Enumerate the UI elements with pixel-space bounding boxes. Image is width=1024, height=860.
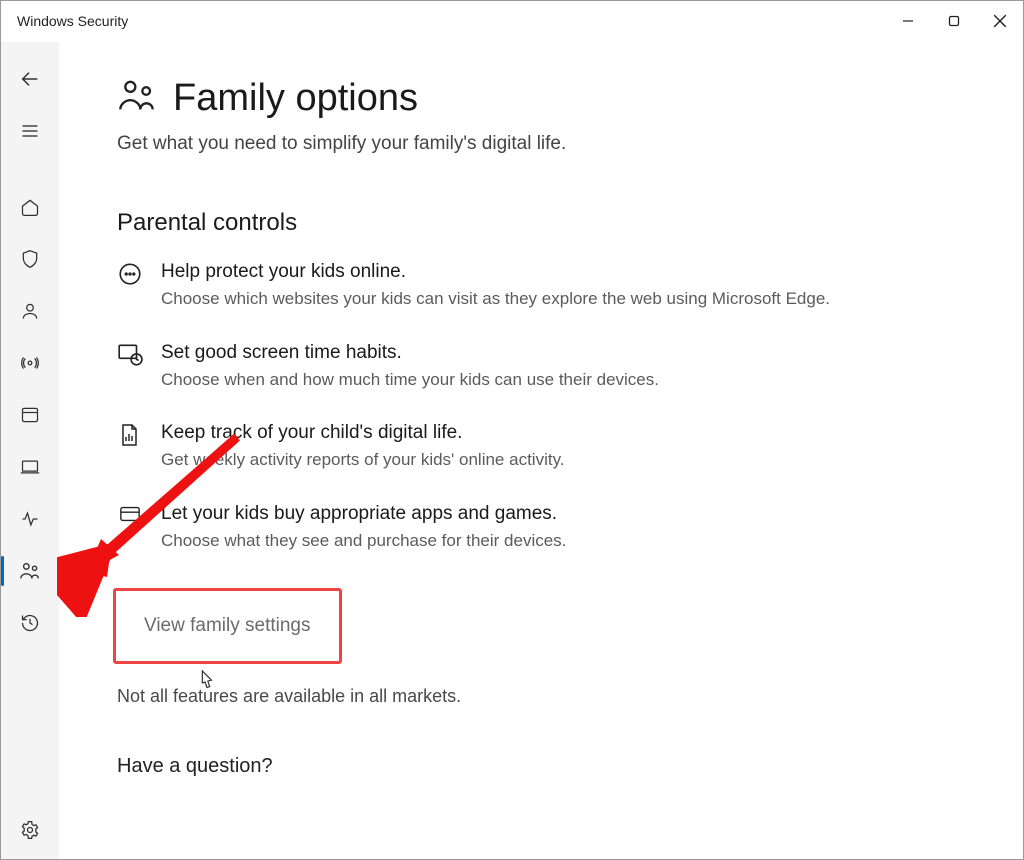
page-subtitle: Get what you need to simplify your famil… — [117, 133, 983, 155]
nav-firewall[interactable] — [6, 340, 54, 386]
maximize-button[interactable] — [931, 1, 977, 41]
section-parental-heading: Parental controls — [117, 209, 983, 237]
close-button[interactable] — [977, 1, 1023, 41]
highlight-box: View family settings — [113, 588, 342, 664]
section-question-heading: Have a question? — [117, 755, 983, 778]
report-icon — [117, 422, 143, 448]
nav-device-performance[interactable] — [6, 496, 54, 542]
app-body: Family options Get what you need to simp… — [1, 42, 1023, 859]
nav-home[interactable] — [6, 184, 54, 230]
feature-title: Set good screen time habits. — [161, 342, 659, 364]
purchase-icon — [117, 503, 143, 529]
screen-time-icon — [117, 342, 143, 368]
availability-note: Not all features are available in all ma… — [117, 686, 983, 707]
feature-title: Help protect your kids online. — [161, 261, 830, 283]
main-content: Family options Get what you need to simp… — [59, 42, 1023, 859]
nav-account-protection[interactable] — [6, 288, 54, 334]
window-controls — [885, 1, 1023, 41]
menu-button[interactable] — [6, 108, 54, 154]
back-button[interactable] — [6, 56, 54, 102]
feature-title: Keep track of your child's digital life. — [161, 422, 565, 444]
nav-virus-protection[interactable] — [6, 236, 54, 282]
nav-protection-history[interactable] — [6, 600, 54, 646]
nav-family-options[interactable] — [6, 548, 54, 594]
app-window: Windows Security — [0, 0, 1024, 860]
feature-desc: Choose when and how much time your kids … — [161, 368, 659, 393]
feature-activity-report: Keep track of your child's digital life.… — [117, 422, 837, 473]
nav-device-security[interactable] — [6, 444, 54, 490]
feature-screen-time: Set good screen time habits. Choose when… — [117, 342, 837, 393]
sidebar — [1, 42, 59, 859]
feature-desc: Choose what they see and purchase for th… — [161, 529, 566, 554]
web-icon — [117, 261, 143, 287]
titlebar: Windows Security — [1, 1, 1023, 42]
view-family-settings-link[interactable]: View family settings — [144, 615, 311, 636]
page-title: Family options — [173, 77, 418, 120]
feature-purchases: Let your kids buy appropriate apps and g… — [117, 503, 837, 554]
feature-title: Let your kids buy appropriate apps and g… — [161, 503, 566, 525]
feature-desc: Get weekly activity reports of your kids… — [161, 448, 565, 473]
feature-protect-online: Help protect your kids online. Choose wh… — [117, 261, 837, 312]
minimize-button[interactable] — [885, 1, 931, 41]
family-icon — [117, 76, 157, 121]
window-title: Windows Security — [17, 13, 128, 29]
nav-settings[interactable] — [6, 807, 54, 853]
feature-desc: Choose which websites your kids can visi… — [161, 287, 830, 312]
nav-app-browser[interactable] — [6, 392, 54, 438]
